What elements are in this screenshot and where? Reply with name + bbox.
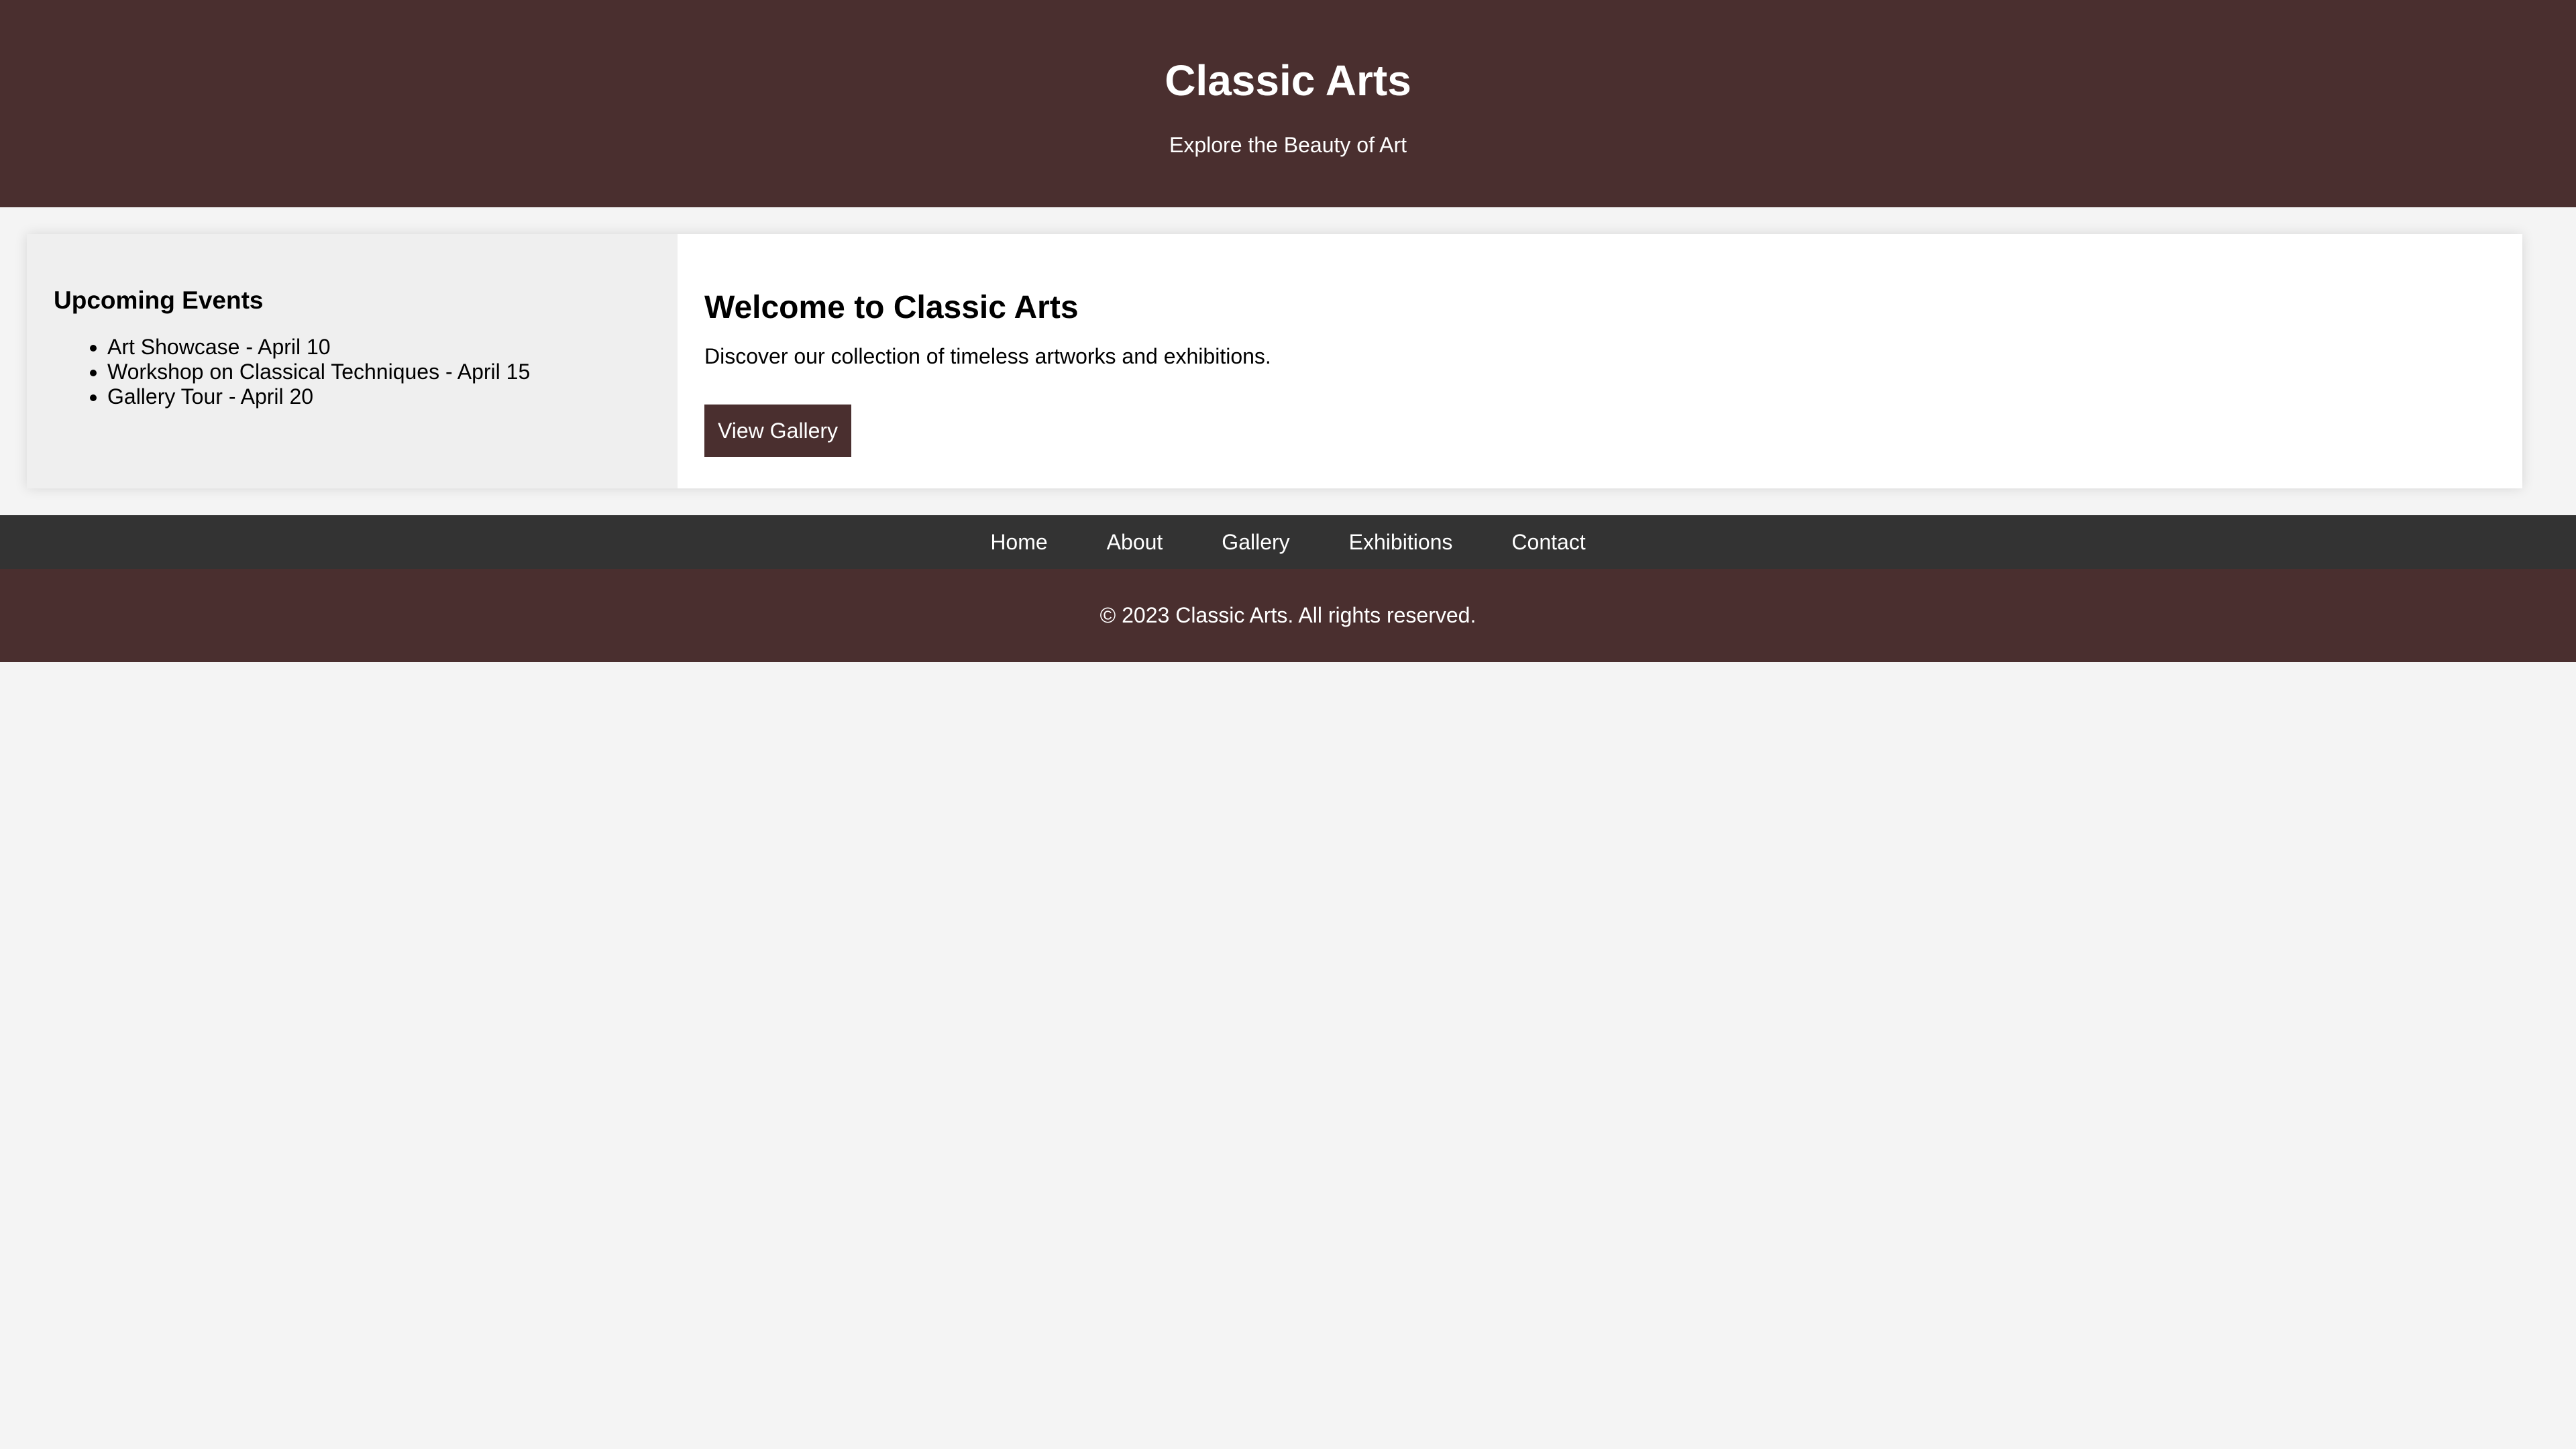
event-item: Workshop on Classical Techniques - April… bbox=[107, 360, 651, 384]
events-list: Art Showcase - April 10 Workshop on Clas… bbox=[54, 335, 651, 409]
nav-link-about[interactable]: About bbox=[1107, 515, 1163, 569]
site-tagline: Explore the Beauty of Art bbox=[1169, 133, 1407, 157]
site-footer: © 2023 Classic Arts. All rights reserved… bbox=[0, 569, 2576, 662]
welcome-section: Welcome to Classic Arts Discover our col… bbox=[678, 234, 2522, 488]
event-item: Gallery Tour - April 20 bbox=[107, 384, 651, 409]
nav-link-gallery[interactable]: Gallery bbox=[1222, 515, 1289, 569]
site-header: Classic Arts Explore the Beauty of Art bbox=[0, 0, 2576, 207]
events-sidebar: Upcoming Events Art Showcase - April 10 … bbox=[27, 234, 678, 488]
welcome-title: Welcome to Classic Arts bbox=[704, 290, 1079, 325]
copyright-text: © 2023 Classic Arts. All rights reserved… bbox=[1099, 603, 1477, 627]
nav-link-exhibitions[interactable]: Exhibitions bbox=[1349, 515, 1453, 569]
nav-link-home[interactable]: Home bbox=[990, 515, 1047, 569]
event-item: Art Showcase - April 10 bbox=[107, 335, 651, 360]
main-card: Upcoming Events Art Showcase - April 10 … bbox=[27, 234, 2522, 488]
welcome-description: Discover our collection of timeless artw… bbox=[704, 344, 1271, 368]
site-title: Classic Arts bbox=[1165, 56, 1411, 105]
nav-link-contact[interactable]: Contact bbox=[1511, 515, 1585, 569]
events-heading: Upcoming Events bbox=[54, 286, 264, 314]
nav-bar: Home About Gallery Exhibitions Contact bbox=[0, 515, 2576, 569]
view-gallery-button[interactable]: View Gallery bbox=[704, 405, 852, 457]
